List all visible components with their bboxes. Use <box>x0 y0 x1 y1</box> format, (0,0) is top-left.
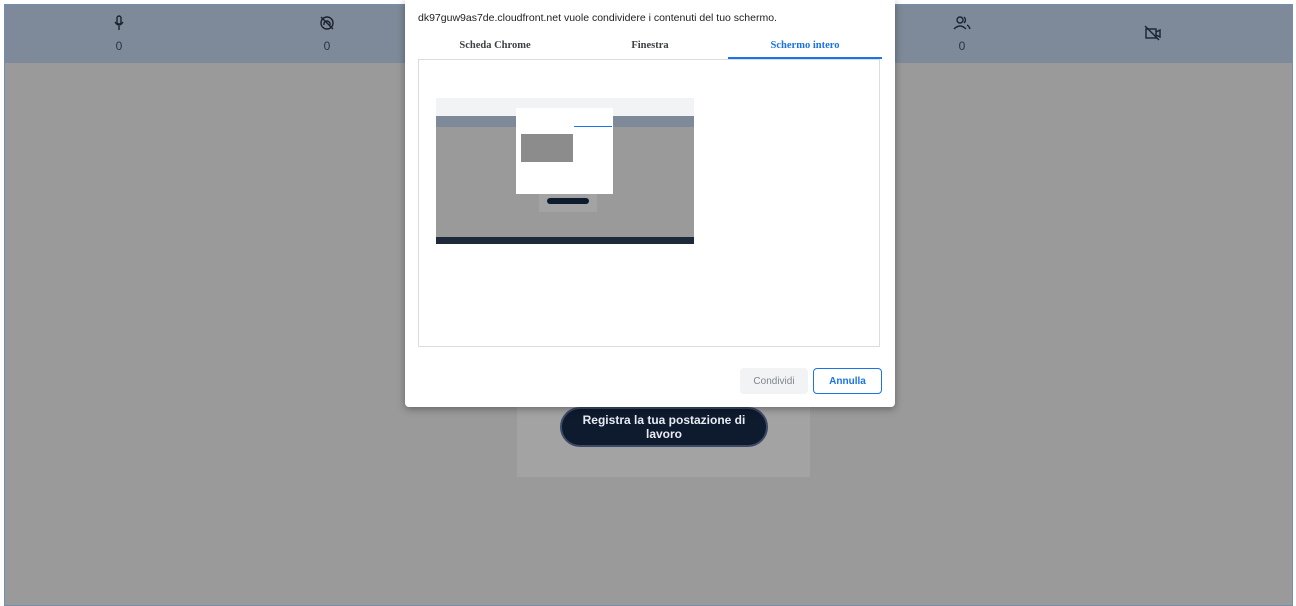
users-count: 0 <box>942 15 982 53</box>
tab-chrome[interactable]: Scheda Chrome <box>418 35 572 57</box>
headphones-count-value: 0 <box>323 39 331 53</box>
cancel-button[interactable]: Annulla <box>813 368 882 394</box>
share-tabs: Scheda Chrome Finestra Schermo intero <box>418 35 882 59</box>
screen-thumbnail[interactable] <box>436 98 694 244</box>
users-icon <box>953 16 971 30</box>
video-off-icon <box>1144 25 1161 41</box>
microphone-count-value: 0 <box>115 39 123 53</box>
share-button[interactable]: Condividi <box>740 368 808 394</box>
thumbnail-active-tab <box>574 126 612 127</box>
video-status <box>1133 25 1173 41</box>
thumbnail-taskbar <box>436 237 694 244</box>
tab-entire-screen[interactable]: Schermo intero <box>728 35 882 59</box>
screen-share-dialog: dk97guw9as7de.cloudfront.net vuole condi… <box>405 0 895 407</box>
thumbnail-button <box>547 198 589 204</box>
microphone-icon <box>114 15 124 30</box>
tab-window[interactable]: Finestra <box>573 35 727 57</box>
users-count-value: 0 <box>958 39 966 53</box>
register-workstation-button[interactable]: Registra la tua postazione di lavoro <box>560 407 768 447</box>
screen-preview-panel <box>418 59 880 347</box>
microphone-count: 0 <box>99 15 139 53</box>
dialog-title: dk97guw9as7de.cloudfront.net vuole condi… <box>418 12 777 24</box>
thumbnail-dialog-preview <box>521 134 573 162</box>
no-headphones-icon <box>320 16 334 30</box>
headphones-count: 0 <box>307 15 347 53</box>
